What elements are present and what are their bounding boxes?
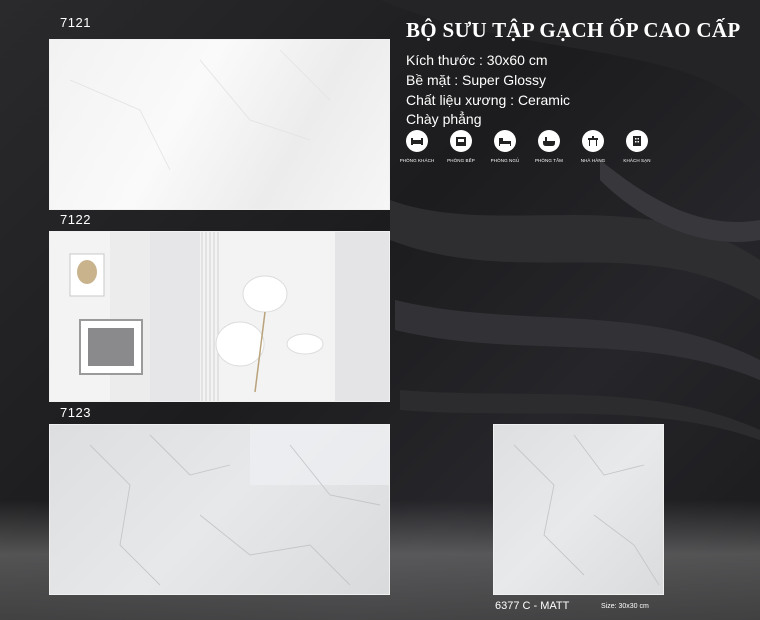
room-label: PHÒNG TẮM (534, 158, 564, 163)
room-label: PHÒNG KHÁCH (399, 158, 435, 163)
bed-icon (494, 130, 516, 152)
room-hotel: KHÁCH SẠN (616, 130, 658, 163)
tile-7121-image (49, 39, 390, 210)
collection-title: BỘ SƯU TẬP GẠCH ỐP CAO CẤP (406, 18, 741, 42)
room-kitchen: PHÒNG BẾP (440, 130, 482, 163)
bathtub-icon (538, 130, 560, 152)
tile-code-7123: 7123 (60, 405, 91, 420)
tile-6377c-matt-image (493, 424, 664, 595)
room-label: PHÒNG NGỦ (490, 158, 520, 163)
room-label: NHÀ HÀNG (580, 158, 606, 163)
room-living: PHÒNG KHÁCH (396, 130, 438, 163)
room-label: KHÁCH SẠN (623, 158, 651, 163)
spec-material: Chất liệu xương : Ceramic (406, 92, 571, 108)
room-bedroom: PHÒNG NGỦ (484, 130, 526, 163)
tile-code-7121: 7121 (60, 15, 91, 30)
sofa-icon (406, 130, 428, 152)
kitchen-icon (450, 130, 472, 152)
spec-edge: Chày phẳng (406, 111, 482, 127)
spec-surface: Bề mặt : Super Glossy (406, 72, 547, 88)
room-usage-icons: PHÒNG KHÁCH PHÒNG BẾP PHÒNG NGỦ PHÒNG TẮ… (398, 130, 658, 170)
room-bathroom: PHÒNG TẮM (528, 130, 570, 163)
tile-code-7122: 7122 (60, 212, 91, 227)
restaurant-icon (582, 130, 604, 152)
spec-size: Kích thước : 30x60 cm (406, 52, 548, 68)
room-restaurant: NHÀ HÀNG (572, 130, 614, 163)
tile-7122-image (49, 231, 390, 402)
matt-tile-code: 6377 C - MATT (495, 600, 570, 612)
room-label: PHÒNG BẾP (447, 158, 475, 163)
matt-tile-size: Size: 30x30 cm (601, 603, 649, 610)
tile-7123-image (49, 424, 390, 595)
hotel-icon (626, 130, 648, 152)
